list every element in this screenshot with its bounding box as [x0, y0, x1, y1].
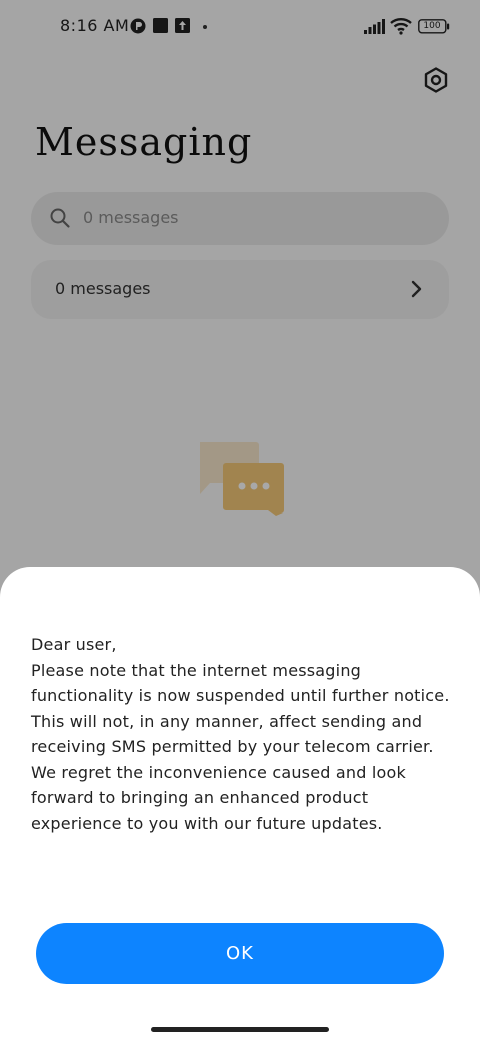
- ok-button[interactable]: OK: [36, 923, 444, 984]
- home-indicator[interactable]: [151, 1027, 329, 1032]
- notice-bottom-sheet: Dear user, Please note that the internet…: [0, 567, 480, 1040]
- messaging-screen: 8:16 AM 100 Messaging 0 messages 0 messa…: [0, 0, 480, 1040]
- notice-message: Dear user, Please note that the internet…: [31, 635, 450, 833]
